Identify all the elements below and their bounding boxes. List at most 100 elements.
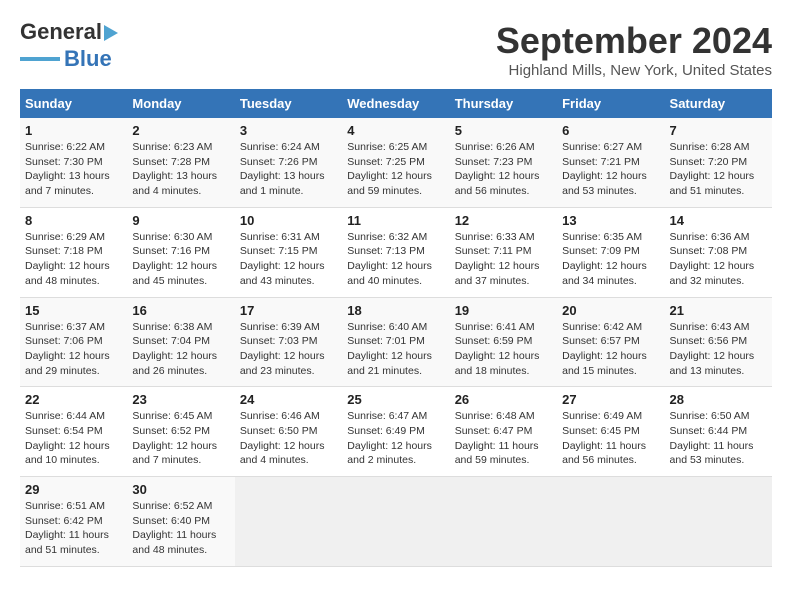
calendar-cell: 27 Sunrise: 6:49 AMSunset: 6:45 PMDayligh…	[557, 387, 664, 477]
calendar-cell: 15 Sunrise: 6:37 AMSunset: 7:06 PMDayligh…	[20, 297, 127, 387]
calendar-cell: 18 Sunrise: 6:40 AMSunset: 7:01 PMDayligh…	[342, 297, 449, 387]
calendar-cell: 5 Sunrise: 6:26 AMSunset: 7:23 PMDaylight…	[450, 118, 557, 207]
day-number: 29	[25, 482, 122, 497]
calendar-cell: 17 Sunrise: 6:39 AMSunset: 7:03 PMDayligh…	[235, 297, 342, 387]
day-number: 1	[25, 123, 122, 138]
page-header: General Blue September 2024 Highland Mil…	[20, 20, 772, 79]
day-number: 28	[670, 392, 767, 407]
calendar-cell: 3 Sunrise: 6:24 AMSunset: 7:26 PMDaylight…	[235, 118, 342, 207]
day-number: 2	[132, 123, 229, 138]
day-number: 5	[455, 123, 552, 138]
calendar-cell: 9 Sunrise: 6:30 AMSunset: 7:16 PMDaylight…	[127, 207, 234, 297]
day-number: 17	[240, 303, 337, 318]
day-number: 19	[455, 303, 552, 318]
calendar-cell: 11 Sunrise: 6:32 AMSunset: 7:13 PMDayligh…	[342, 207, 449, 297]
weekday-header-friday: Friday	[557, 89, 664, 118]
location-title: Highland Mills, New York, United States	[496, 62, 772, 79]
day-info: Sunrise: 6:27 AMSunset: 7:21 PMDaylight:…	[562, 140, 659, 199]
day-number: 13	[562, 213, 659, 228]
calendar-cell: 30Sunrise: 6:52 AMSunset: 6:40 PMDayligh…	[127, 477, 234, 567]
calendar-cell: 22 Sunrise: 6:44 AMSunset: 6:54 PMDayligh…	[20, 387, 127, 477]
weekday-header-saturday: Saturday	[665, 89, 772, 118]
day-info: Sunrise: 6:47 AMSunset: 6:49 PMDaylight:…	[347, 409, 444, 468]
day-info: Sunrise: 6:52 AMSunset: 6:40 PMDaylight:…	[132, 499, 229, 558]
weekday-header-sunday: Sunday	[20, 89, 127, 118]
day-number: 22	[25, 392, 122, 407]
day-info: Sunrise: 6:45 AMSunset: 6:52 PMDaylight:…	[132, 409, 229, 468]
logo-text: General	[20, 20, 118, 44]
day-number: 3	[240, 123, 337, 138]
calendar-cell: 8Sunrise: 6:29 AMSunset: 7:18 PMDaylight…	[20, 207, 127, 297]
day-info: Sunrise: 6:40 AMSunset: 7:01 PMDaylight:…	[347, 320, 444, 379]
month-title: September 2024	[496, 20, 772, 62]
day-number: 10	[240, 213, 337, 228]
day-info: Sunrise: 6:30 AMSunset: 7:16 PMDaylight:…	[132, 230, 229, 289]
day-number: 25	[347, 392, 444, 407]
day-info: Sunrise: 6:43 AMSunset: 6:56 PMDaylight:…	[670, 320, 767, 379]
logo: General Blue	[20, 20, 118, 72]
day-number: 8	[25, 213, 122, 228]
day-info: Sunrise: 6:36 AMSunset: 7:08 PMDaylight:…	[670, 230, 767, 289]
day-info: Sunrise: 6:23 AMSunset: 7:28 PMDaylight:…	[132, 140, 229, 199]
day-info: Sunrise: 6:49 AMSunset: 6:45 PMDaylight:…	[562, 409, 659, 468]
calendar-cell: 28 Sunrise: 6:50 AMSunset: 6:44 PMDayligh…	[665, 387, 772, 477]
day-info: Sunrise: 6:35 AMSunset: 7:09 PMDaylight:…	[562, 230, 659, 289]
day-number: 26	[455, 392, 552, 407]
day-number: 4	[347, 123, 444, 138]
day-info: Sunrise: 6:22 AMSunset: 7:30 PMDaylight:…	[25, 140, 122, 199]
weekday-header-wednesday: Wednesday	[342, 89, 449, 118]
day-number: 12	[455, 213, 552, 228]
weekday-header-monday: Monday	[127, 89, 234, 118]
weekday-header-thursday: Thursday	[450, 89, 557, 118]
day-info: Sunrise: 6:50 AMSunset: 6:44 PMDaylight:…	[670, 409, 767, 468]
day-info: Sunrise: 6:42 AMSunset: 6:57 PMDaylight:…	[562, 320, 659, 379]
day-info: Sunrise: 6:32 AMSunset: 7:13 PMDaylight:…	[347, 230, 444, 289]
day-info: Sunrise: 6:37 AMSunset: 7:06 PMDaylight:…	[25, 320, 122, 379]
calendar-cell: 13 Sunrise: 6:35 AMSunset: 7:09 PMDayligh…	[557, 207, 664, 297]
calendar-cell: 23 Sunrise: 6:45 AMSunset: 6:52 PMDayligh…	[127, 387, 234, 477]
day-info: Sunrise: 6:44 AMSunset: 6:54 PMDaylight:…	[25, 409, 122, 468]
day-number: 15	[25, 303, 122, 318]
day-number: 20	[562, 303, 659, 318]
calendar-cell	[665, 477, 772, 567]
calendar-cell	[450, 477, 557, 567]
calendar-cell: 26 Sunrise: 6:48 AMSunset: 6:47 PMDayligh…	[450, 387, 557, 477]
calendar-cell: 20 Sunrise: 6:42 AMSunset: 6:57 PMDayligh…	[557, 297, 664, 387]
calendar-cell: 12 Sunrise: 6:33 AMSunset: 7:11 PMDayligh…	[450, 207, 557, 297]
day-info: Sunrise: 6:33 AMSunset: 7:11 PMDaylight:…	[455, 230, 552, 289]
day-info: Sunrise: 6:51 AMSunset: 6:42 PMDaylight:…	[25, 499, 122, 558]
day-number: 11	[347, 213, 444, 228]
weekday-header-row: SundayMondayTuesdayWednesdayThursdayFrid…	[20, 89, 772, 118]
day-info: Sunrise: 6:24 AMSunset: 7:26 PMDaylight:…	[240, 140, 337, 199]
week-row-3: 15 Sunrise: 6:37 AMSunset: 7:06 PMDayligh…	[20, 297, 772, 387]
calendar-cell: 6 Sunrise: 6:27 AMSunset: 7:21 PMDaylight…	[557, 118, 664, 207]
day-number: 27	[562, 392, 659, 407]
calendar-cell: 21 Sunrise: 6:43 AMSunset: 6:56 PMDayligh…	[665, 297, 772, 387]
calendar-table: SundayMondayTuesdayWednesdayThursdayFrid…	[20, 89, 772, 567]
calendar-cell: 2 Sunrise: 6:23 AMSunset: 7:28 PMDaylight…	[127, 118, 234, 207]
day-info: Sunrise: 6:26 AMSunset: 7:23 PMDaylight:…	[455, 140, 552, 199]
calendar-cell: 4Sunrise: 6:25 AMSunset: 7:25 PMDaylight…	[342, 118, 449, 207]
day-number: 6	[562, 123, 659, 138]
title-area: September 2024 Highland Mills, New York,…	[496, 20, 772, 79]
day-number: 21	[670, 303, 767, 318]
logo-blue: Blue	[64, 46, 112, 72]
day-number: 24	[240, 392, 337, 407]
day-number: 16	[132, 303, 229, 318]
day-info: Sunrise: 6:39 AMSunset: 7:03 PMDaylight:…	[240, 320, 337, 379]
day-info: Sunrise: 6:41 AMSunset: 6:59 PMDaylight:…	[455, 320, 552, 379]
day-info: Sunrise: 6:48 AMSunset: 6:47 PMDaylight:…	[455, 409, 552, 468]
day-number: 9	[132, 213, 229, 228]
calendar-cell: 7Sunrise: 6:28 AMSunset: 7:20 PMDaylight…	[665, 118, 772, 207]
day-info: Sunrise: 6:31 AMSunset: 7:15 PMDaylight:…	[240, 230, 337, 289]
calendar-cell: 24Sunrise: 6:46 AMSunset: 6:50 PMDayligh…	[235, 387, 342, 477]
calendar-cell	[342, 477, 449, 567]
calendar-cell: 25 Sunrise: 6:47 AMSunset: 6:49 PMDayligh…	[342, 387, 449, 477]
day-number: 23	[132, 392, 229, 407]
calendar-cell	[235, 477, 342, 567]
day-number: 18	[347, 303, 444, 318]
weekday-header-tuesday: Tuesday	[235, 89, 342, 118]
day-info: Sunrise: 6:38 AMSunset: 7:04 PMDaylight:…	[132, 320, 229, 379]
day-number: 14	[670, 213, 767, 228]
week-row-4: 22 Sunrise: 6:44 AMSunset: 6:54 PMDayligh…	[20, 387, 772, 477]
